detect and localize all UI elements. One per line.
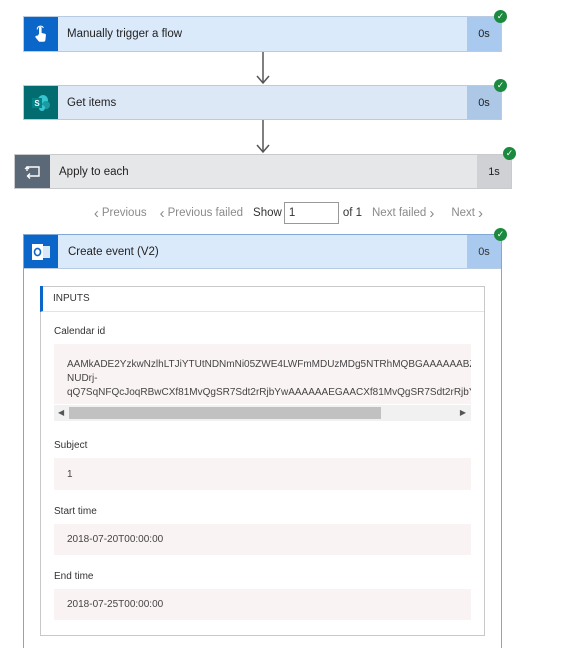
scrollbar-thumb[interactable] (69, 407, 381, 419)
create-event-header[interactable]: Create event (V2) 0s (24, 235, 501, 269)
step-title: Get items (67, 96, 117, 109)
sharepoint-icon: S (24, 86, 58, 119)
chevron-left-icon: ‹ (159, 204, 165, 222)
success-check-icon: ✓ (494, 228, 507, 241)
arrow-down-icon (255, 52, 271, 85)
step-duration: 0s (467, 86, 501, 119)
scroll-left-icon[interactable]: ◀ (58, 408, 64, 417)
horizontal-scrollbar[interactable]: ◀ ▶ (54, 405, 471, 421)
success-check-icon: ✓ (503, 147, 516, 160)
calendar-id-line: AAMkADE2YzkwNzlhLTJiYTUtNDNmNi05ZWE4LWFm… (67, 359, 471, 370)
success-check-icon: ✓ (494, 10, 507, 23)
arrow-down-icon (255, 120, 271, 154)
next-failed-label: Next failed (372, 207, 427, 219)
inputs-heading: INPUTS (40, 286, 484, 312)
svg-text:S: S (34, 99, 40, 108)
inputs-panel: INPUTS Calendar id AAMkADE2YzkwNzlhLTJiY… (40, 286, 485, 636)
chevron-right-icon: › (478, 204, 483, 222)
next-label: Next (451, 207, 475, 219)
loop-icon (15, 155, 50, 188)
previous-label: Previous (101, 207, 147, 219)
success-check-icon: ✓ (494, 79, 507, 92)
step-create-event: Create event (V2) 0s INPUTS Calendar id … (23, 234, 502, 648)
step-manual-trigger[interactable]: Manually trigger a flow 0s (23, 16, 502, 52)
step-duration: 1s (477, 155, 511, 188)
scroll-right-icon[interactable]: ▶ (460, 408, 466, 417)
page-count-label: of 1 (342, 207, 362, 219)
end-time-value: 2018-07-25T00:00:00 (54, 589, 471, 620)
calendar-id-line: qQ7SqNFQcJoqRBwCXf81MvQgSR7Sdt2rRjbYwAAA… (67, 387, 471, 398)
previous-failed-button[interactable]: ‹ Previous failed (157, 205, 243, 222)
start-time-value: 2018-07-20T00:00:00 (54, 524, 471, 555)
calendar-id-line: NUDrj- (67, 373, 98, 384)
step-title: Apply to each (59, 165, 129, 178)
chevron-left-icon: ‹ (93, 204, 99, 222)
touch-hand-icon (24, 17, 58, 51)
end-time-label: End time (54, 571, 94, 582)
step-get-items[interactable]: S Get items 0s (23, 85, 502, 120)
previous-failed-label: Previous failed (167, 207, 244, 219)
previous-button[interactable]: ‹ Previous (91, 205, 147, 222)
iteration-number-input[interactable] (283, 202, 339, 224)
next-button[interactable]: Next › (451, 205, 486, 222)
show-label: Show (253, 207, 282, 219)
step-title: Create event (V2) (68, 245, 159, 258)
subject-label: Subject (54, 440, 88, 451)
chevron-right-icon: › (429, 204, 435, 222)
calendar-id-label: Calendar id (54, 326, 106, 337)
start-time-label: Start time (54, 506, 97, 517)
step-apply-to-each[interactable]: Apply to each 1s (14, 154, 512, 189)
step-duration: 0s (467, 17, 501, 51)
iteration-pager: ‹ Previous ‹ Previous failed Show of 1 N… (14, 196, 512, 230)
step-duration: 0s (467, 235, 501, 268)
subject-value: 1 (54, 458, 471, 490)
calendar-id-value: AAMkADE2YzkwNzlhLTJiYTUtNDNmNi05ZWE4LWFm… (54, 344, 471, 404)
next-failed-button[interactable]: Next failed › (372, 205, 437, 222)
step-title: Manually trigger a flow (67, 28, 183, 40)
outlook-icon (24, 235, 58, 268)
